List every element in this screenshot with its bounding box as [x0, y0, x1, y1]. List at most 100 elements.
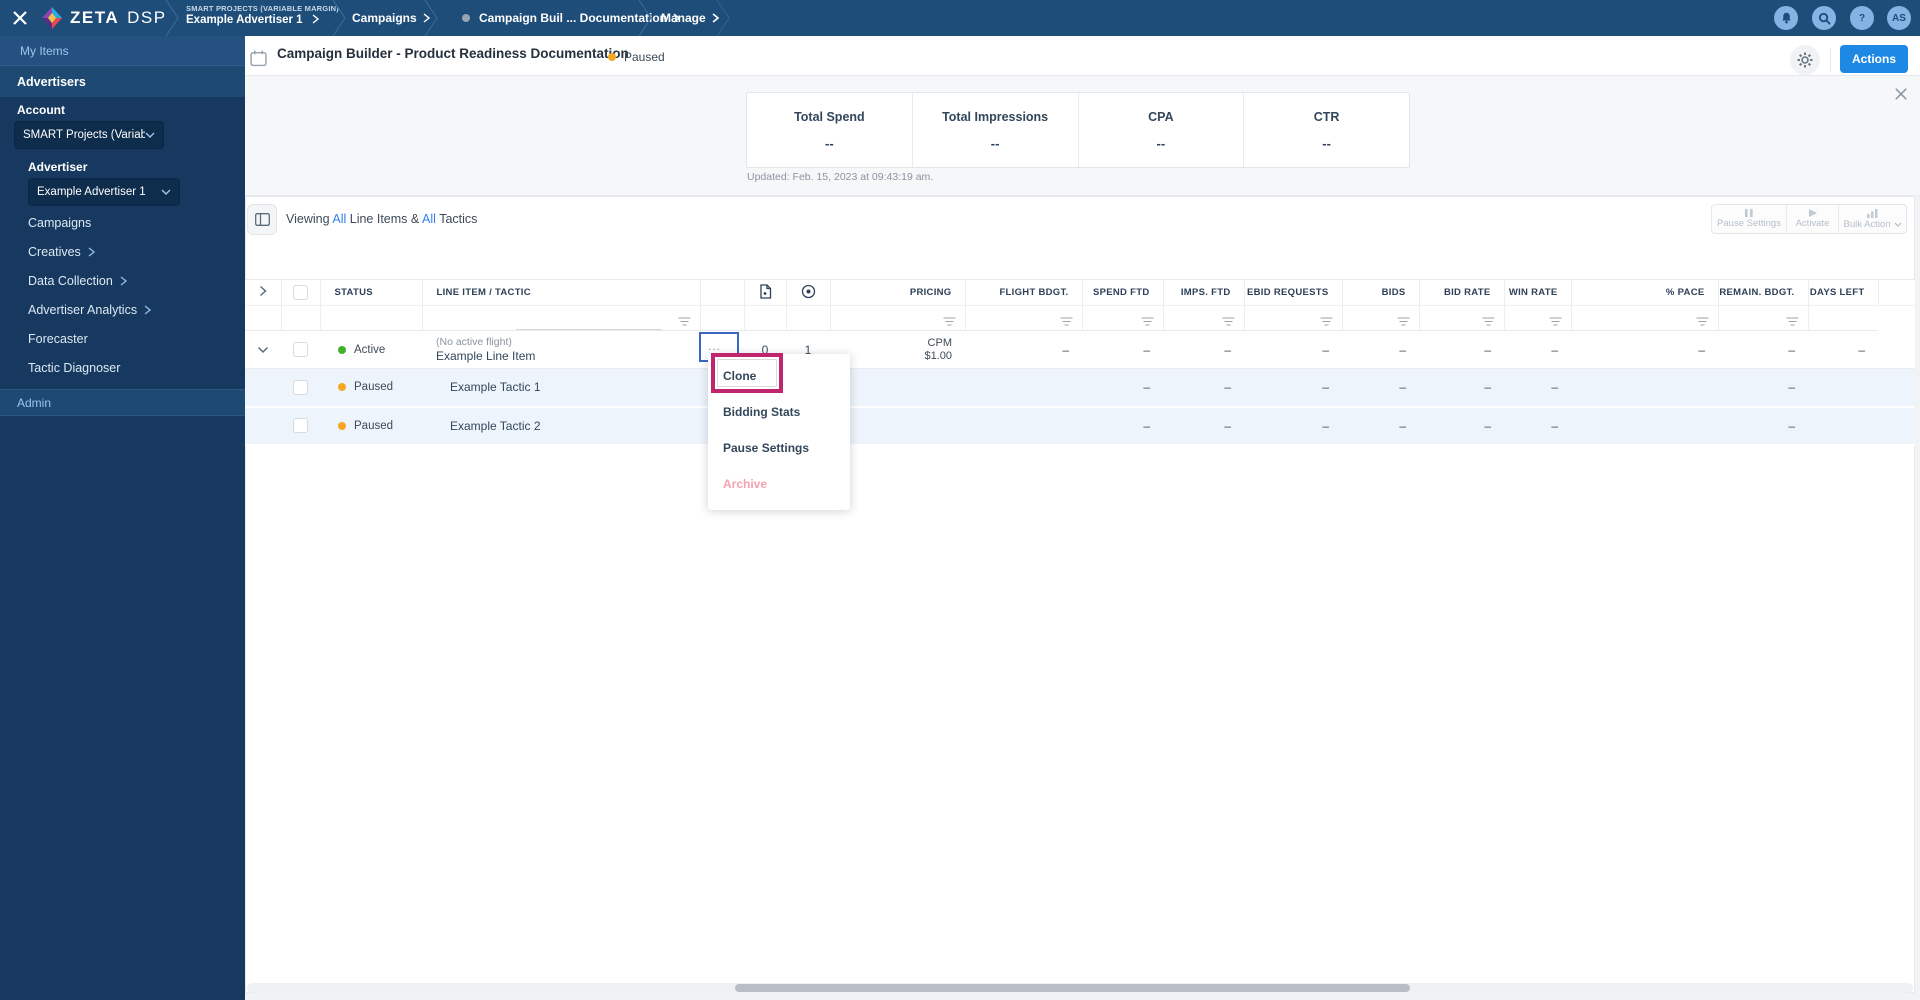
filter-icon[interactable] [1141, 317, 1154, 326]
sidebar-item-admin[interactable]: Admin [0, 389, 245, 416]
breadcrumb-account-name: SMART PROJECTS (VARIABLE MARGIN) [186, 4, 339, 13]
horizontal-scrollbar-thumb[interactable] [735, 984, 1410, 992]
col-imps-ftd[interactable]: IMPS. FTD [1163, 279, 1245, 306]
filter-icon[interactable] [678, 317, 691, 326]
calendar-icon [250, 50, 267, 67]
cell-ebid-requests: – [1244, 368, 1342, 408]
cell-spend-ftd: – [1082, 406, 1163, 446]
menu-item-pause-settings[interactable]: Pause Settings [708, 430, 850, 466]
table-header-row: STATUS LINE ITEM / TACTIC PRICING FLIGHT… [245, 279, 1915, 306]
line-items-table: STATUS LINE ITEM / TACTIC PRICING FLIGHT… [245, 279, 1915, 446]
advertiser-select[interactable]: Example Advertiser 1 [28, 178, 180, 206]
zeta-logo[interactable]: ZETA DSP [40, 6, 167, 30]
close-icon[interactable] [12, 10, 28, 26]
cell-spend-ftd: – [1082, 330, 1163, 369]
chevron-down-icon [161, 189, 171, 195]
col-pace[interactable]: % PACE [1571, 279, 1719, 306]
pause-settings-button[interactable]: Pause Settings [1712, 205, 1786, 233]
filter-icon[interactable] [1549, 317, 1562, 326]
sidebar-item-tactic-diagnoser[interactable]: Tactic Diagnoser [28, 361, 120, 375]
actions-button[interactable]: Actions [1840, 45, 1908, 73]
breadcrumb-item-manage[interactable]: Manage [661, 0, 719, 36]
stats-updated-timestamp: Updated: Feb. 15, 2023 at 09:43:19 am. [747, 171, 934, 183]
filter-icon[interactable] [1786, 317, 1799, 326]
viewing-all-tactics-link[interactable]: All [422, 212, 436, 226]
status-dot [608, 53, 616, 61]
col-line-item-tactic[interactable]: LINE ITEM / TACTIC [422, 279, 701, 306]
help-button[interactable]: ? [1850, 6, 1874, 30]
row-checkbox[interactable] [293, 379, 308, 395]
status-label: Paused [624, 50, 665, 64]
cell-days-left: – [1808, 330, 1878, 369]
sidebar-item-forecaster[interactable]: Forecaster [28, 332, 88, 346]
layout-button[interactable] [247, 204, 277, 235]
notifications-button[interactable] [1774, 6, 1798, 30]
avatar[interactable]: AS [1887, 6, 1911, 30]
sidebar-item-creatives[interactable]: Creatives [28, 245, 95, 259]
cell-bids: – [1342, 368, 1419, 408]
chart-icon [1867, 208, 1878, 218]
filter-icon[interactable] [1222, 317, 1235, 326]
col-flight-bdgt[interactable]: FLIGHT BDGT. [965, 279, 1083, 306]
col-status[interactable]: STATUS [320, 279, 423, 306]
account-select[interactable]: SMART Projects (Variable M... [14, 121, 164, 149]
status-dot-paused [338, 421, 346, 430]
filter-icon[interactable] [1320, 317, 1333, 326]
bulk-action-button[interactable]: Bulk Action [1838, 205, 1906, 233]
search-icon [1818, 12, 1831, 25]
menu-item-bidding-stats[interactable]: Bidding Stats [708, 394, 850, 430]
filter-row [245, 305, 1915, 331]
line-item-name[interactable]: Example Line Item [436, 349, 700, 363]
table-row-tactic[interactable]: Paused Example Tactic 1 – – – – – – – [245, 368, 1915, 408]
cell-pace [1571, 406, 1718, 446]
col-bids[interactable]: BIDS [1342, 279, 1420, 306]
row-checkbox[interactable] [293, 418, 308, 433]
col-days-left[interactable]: DAYS LEFT [1808, 279, 1879, 306]
logo-diamond-icon [42, 7, 62, 29]
stats-close-button[interactable] [1894, 87, 1908, 101]
expand-all-icon[interactable] [259, 285, 267, 297]
col-win-rate[interactable]: WIN RATE [1504, 279, 1572, 306]
menu-item-archive[interactable]: Archive [708, 466, 850, 502]
breadcrumb-item-campaigns[interactable]: Campaigns [352, 0, 430, 36]
collapse-row-icon[interactable] [257, 346, 269, 354]
filter-icon[interactable] [1482, 317, 1495, 326]
menu-item-clone[interactable]: Clone [708, 358, 850, 394]
search-button[interactable] [1812, 6, 1836, 30]
cell-remain-bdgt: – [1718, 368, 1808, 408]
chevron-right-icon [120, 276, 127, 286]
row-status: Paused [320, 381, 422, 393]
filter-icon[interactable] [1696, 317, 1709, 326]
col-ebid-requests[interactable]: EBID REQUESTS [1244, 279, 1343, 306]
cell-imps-ftd: – [1163, 406, 1244, 446]
play-icon [1808, 209, 1817, 217]
filter-icon[interactable] [1060, 317, 1073, 326]
col-bid-rate[interactable]: BID RATE [1419, 279, 1505, 306]
table-row-tactic[interactable]: Paused Example Tactic 2 – – – – – – – [245, 406, 1915, 446]
select-all-checkbox[interactable] [293, 285, 308, 300]
tactic-name[interactable]: Example Tactic 1 [436, 380, 700, 394]
cell-bid-rate: – [1419, 406, 1504, 446]
stats-card: Total Spend -- Total Impressions -- CPA … [746, 92, 1410, 168]
filter-icon[interactable] [1397, 317, 1410, 326]
tactic-name[interactable]: Example Tactic 2 [436, 419, 700, 433]
activate-button[interactable]: Activate [1786, 205, 1838, 233]
sidebar-item-data-collection[interactable]: Data Collection [28, 274, 127, 288]
line-item-filter-input[interactable] [515, 320, 662, 330]
status-dot [462, 14, 470, 22]
col-remain-bdgt[interactable]: REMAIN. BDGT. [1718, 279, 1809, 306]
sidebar-item-advertiser-analytics[interactable]: Advertiser Analytics [28, 303, 152, 317]
col-pricing[interactable]: PRICING [830, 279, 966, 306]
sidebar-item-my-items[interactable]: My Items [0, 36, 245, 66]
sidebar-item-campaigns[interactable]: Campaigns [28, 216, 91, 230]
cell-spend-ftd: – [1082, 368, 1163, 408]
filter-icon[interactable] [943, 317, 956, 326]
breadcrumb-separator [638, 0, 652, 36]
breadcrumb-separator [716, 0, 730, 36]
col-spend-ftd[interactable]: SPEND FTD [1082, 279, 1164, 306]
settings-button[interactable] [1790, 45, 1820, 75]
table-row-line-item[interactable]: Active (No active flight) Example Line I… [245, 330, 1915, 369]
sidebar-item-advertisers[interactable]: Advertisers [0, 66, 245, 97]
row-checkbox[interactable] [293, 342, 308, 357]
viewing-all-line-items-link[interactable]: All [332, 212, 346, 226]
